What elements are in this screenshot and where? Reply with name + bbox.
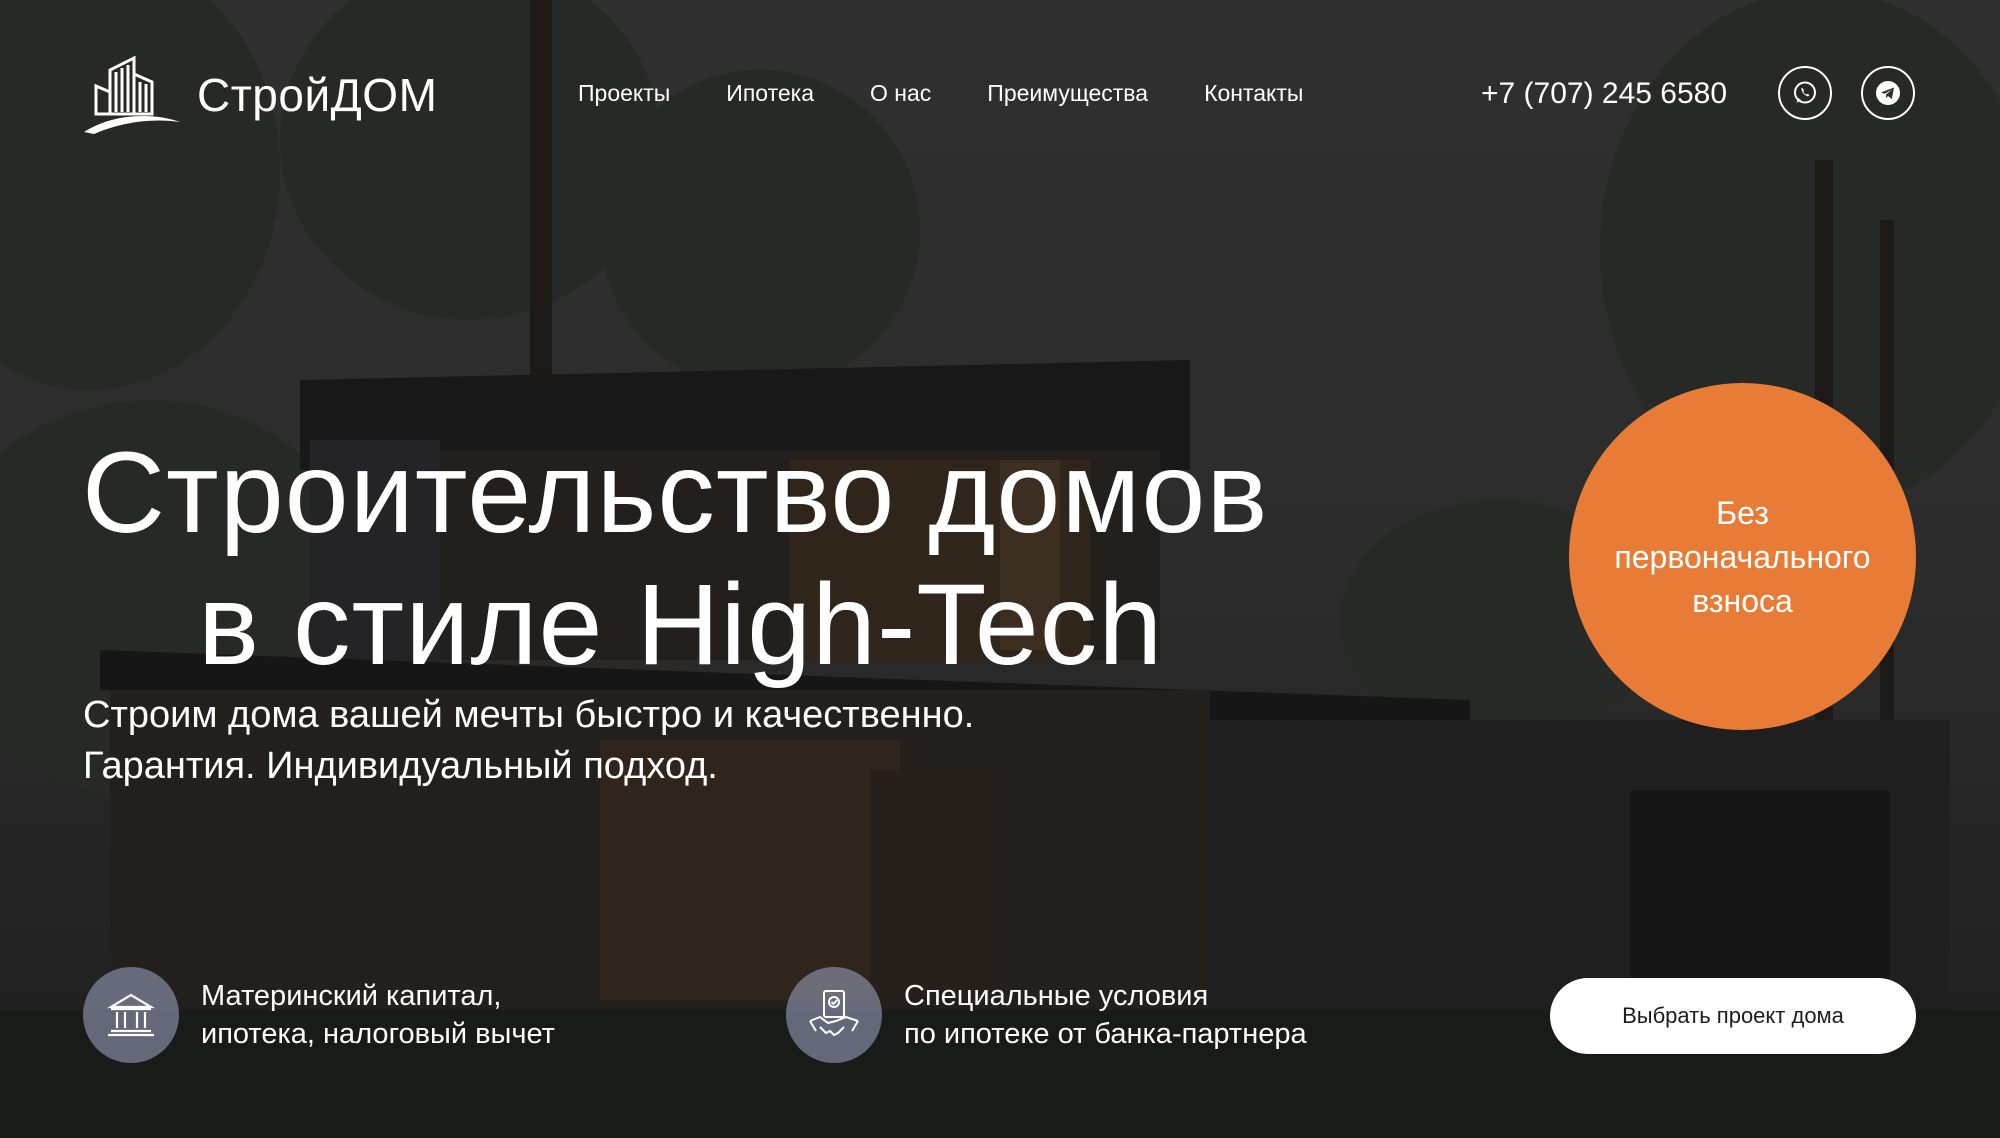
site-header: СтройДОМ Проекты Ипотека О нас Преимущес… bbox=[0, 0, 2000, 190]
hero-subtitle-line2: Гарантия. Индивидуальный подход. bbox=[83, 745, 718, 787]
offer-line3: взноса bbox=[1692, 582, 1793, 619]
whatsapp-icon bbox=[1794, 81, 1816, 104]
nav-projects[interactable]: Проекты bbox=[578, 80, 670, 107]
building-logo-icon[interactable] bbox=[82, 52, 182, 136]
whatsapp-button[interactable] bbox=[1778, 66, 1832, 120]
feature-icon-circle bbox=[83, 967, 179, 1063]
phone-number[interactable]: +7 (707) 245 6580 bbox=[1481, 77, 1727, 111]
hero-title-line1: Строительство домов bbox=[82, 429, 1269, 558]
feature-maternity-capital: Материнский капитал, ипотека, налоговый … bbox=[83, 967, 555, 1063]
telegram-button[interactable] bbox=[1861, 66, 1915, 120]
nav-advantages[interactable]: Преимущества bbox=[987, 80, 1148, 107]
hero-title: Строительство домов в стиле High-Tech bbox=[82, 427, 1482, 691]
choose-project-button[interactable]: Выбрать проект дома bbox=[1550, 978, 1916, 1054]
feature-icon-circle bbox=[786, 967, 882, 1063]
hero-subtitle: Строим дома вашей мечты быстро и качеств… bbox=[83, 690, 974, 792]
main-nav: Проекты Ипотека О нас Преимущества Конта… bbox=[578, 80, 1303, 107]
feature1-line2: ипотека, налоговый вычет bbox=[201, 1018, 555, 1050]
offer-line2: первоначального bbox=[1614, 538, 1871, 575]
hero-title-line2: в стиле High-Tech bbox=[198, 561, 1164, 690]
nav-contacts[interactable]: Контакты bbox=[1204, 80, 1303, 107]
nav-about[interactable]: О нас bbox=[870, 80, 931, 107]
feature-mortgage-conditions: Специальные условия по ипотеке от банка-… bbox=[786, 967, 1307, 1063]
telegram-icon bbox=[1876, 81, 1900, 105]
offer-line1: Без bbox=[1716, 494, 1769, 531]
nav-mortgage[interactable]: Ипотека bbox=[726, 80, 814, 107]
handshake-document-icon bbox=[809, 990, 859, 1037]
feature2-line2: по ипотеке от банка-партнера bbox=[904, 1018, 1307, 1050]
hero-subtitle-line1: Строим дома вашей мечты быстро и качеств… bbox=[83, 694, 975, 736]
feature2-line1: Специальные условия bbox=[904, 980, 1209, 1012]
no-down-payment-badge: Без первоначального взноса bbox=[1569, 383, 1916, 730]
feature1-line1: Материнский капитал, bbox=[201, 980, 502, 1012]
bank-icon bbox=[107, 993, 155, 1037]
brand-name[interactable]: СтройДОМ bbox=[197, 68, 437, 122]
